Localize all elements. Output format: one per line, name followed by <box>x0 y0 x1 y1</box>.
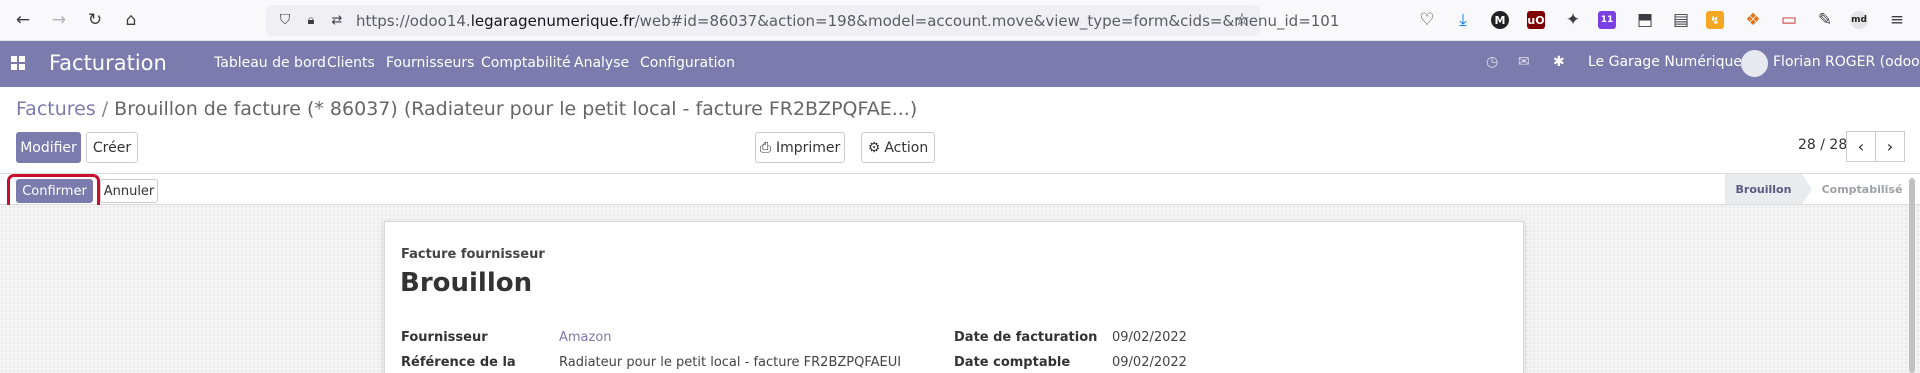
app-brand[interactable]: Facturation <box>49 51 167 75</box>
accounting-date-label: Date comptable <box>954 355 1071 370</box>
stage-draft[interactable]: Brouillon <box>1725 174 1802 204</box>
pocket-icon[interactable]: ♡ <box>1416 9 1438 31</box>
back-arrow-icon[interactable]: ← <box>12 9 34 31</box>
status-bar <box>0 173 1920 205</box>
breadcrumb-current: Brouillon de facture (* 86037) (Radiateu… <box>114 98 918 120</box>
address-bar[interactable]: ⛉ 🔒︎ ⇄ https://odoo14.legaragenumerique.… <box>266 5 1339 36</box>
reference-field[interactable]: Radiateur pour le petit local - facture … <box>559 355 901 370</box>
metamask-icon[interactable]: ❖ <box>1742 9 1764 31</box>
permissions-icon[interactable]: ⇄ <box>326 9 348 31</box>
vendor-field[interactable]: Amazon <box>559 330 612 345</box>
browser-toolbar: ← → ↻ ⌂ ⛉ 🔒︎ ⇄ https://odoo14.legaragenu… <box>0 0 1920 41</box>
extension-badge-icon[interactable]: 11 <box>1598 11 1616 29</box>
action-button-label: Action <box>884 139 929 156</box>
menu-clients[interactable]: Clients <box>327 55 375 71</box>
scrollbar[interactable] <box>1909 178 1915 373</box>
document-title: Brouillon <box>400 268 533 298</box>
create-button[interactable]: Créer <box>86 132 138 163</box>
stage-arrow <box>1802 174 1812 204</box>
menu-dashboard[interactable]: Tableau de bord <box>214 55 326 71</box>
lock-icon[interactable]: 🔒︎ <box>300 9 322 31</box>
extension-puzzle-icon[interactable]: ⬒ <box>1634 9 1656 31</box>
menu-suppliers[interactable]: Fournisseurs <box>386 55 474 71</box>
url-text[interactable]: https://odoo14.legaragenumerique.fr/web#… <box>356 12 1339 30</box>
apps-grid-icon[interactable] <box>11 56 25 70</box>
print-button-label: Imprimer <box>775 139 841 156</box>
menu-hamburger-icon[interactable]: ≡ <box>1886 9 1908 31</box>
edit-button[interactable]: Modifier <box>16 132 81 163</box>
user-menu[interactable]: Florian ROGER (odoo) <box>1773 54 1920 70</box>
extension-md-icon[interactable]: md <box>1850 11 1868 29</box>
menu-accounting[interactable]: Comptabilité <box>481 55 571 71</box>
main-navbar: Facturation Tableau de bord Clients Four… <box>0 41 1920 87</box>
forward-arrow-icon[interactable]: → <box>48 9 70 31</box>
invoice-date-label: Date de facturation <box>954 330 1098 345</box>
ublock-icon[interactable]: uO <box>1527 11 1545 29</box>
company-switcher[interactable]: Le Garage Numérique <box>1588 54 1742 70</box>
reference-label: Référence de la <box>401 355 516 370</box>
form-sheet: Facture fournisseur Brouillon Fournisseu… <box>384 221 1524 373</box>
extension-media-icon[interactable]: ▭ <box>1778 9 1800 31</box>
avatar[interactable] <box>1741 50 1768 77</box>
extension-pen-icon[interactable]: ✎ <box>1814 9 1836 31</box>
bookmark-star-icon[interactable]: ☆ <box>1231 9 1253 31</box>
menu-analysis[interactable]: Analyse <box>574 55 629 71</box>
gear-icon: ⚙ <box>867 139 881 156</box>
document-type: Facture fournisseur <box>401 247 545 262</box>
extension-m-icon[interactable]: M <box>1491 11 1509 29</box>
cancel-button[interactable]: Annuler <box>100 179 158 203</box>
download-icon[interactable]: ⤓ <box>1452 9 1474 31</box>
breadcrumb-invoices-link[interactable]: Factures <box>16 98 96 120</box>
print-button[interactable]: ⎙ Imprimer <box>755 132 845 163</box>
invoice-date-field[interactable]: 09/02/2022 <box>1112 330 1187 345</box>
action-button[interactable]: ⚙ Action <box>861 132 935 163</box>
reload-icon[interactable]: ↻ <box>84 9 106 31</box>
menu-configuration[interactable]: Configuration <box>640 55 735 71</box>
chevron-left-icon: ‹ <box>1857 137 1865 156</box>
shield-icon[interactable]: ⛉ <box>274 9 296 31</box>
stage-posted[interactable]: Comptabilisé <box>1812 174 1912 204</box>
printer-icon: ⎙ <box>759 139 771 156</box>
chevron-right-icon: › <box>1886 137 1894 156</box>
pager-next-button[interactable]: › <box>1875 131 1905 162</box>
accounting-date-field[interactable]: 09/02/2022 <box>1112 355 1187 370</box>
breadcrumb-separator: / <box>101 98 109 120</box>
pager-value[interactable]: 28 / 28 <box>1798 137 1847 153</box>
extension-orange-icon[interactable]: ↯ <box>1706 11 1724 29</box>
activity-clock-icon[interactable]: ◷ <box>1486 54 1498 70</box>
extension-bird-icon[interactable]: ✦ <box>1562 9 1584 31</box>
debug-bug-icon[interactable]: ✱ <box>1553 54 1565 70</box>
pager-previous-button[interactable]: ‹ <box>1846 131 1876 162</box>
vendor-label: Fournisseur <box>401 330 488 345</box>
breadcrumb: Factures / Brouillon de facture (* 86037) … <box>16 98 917 120</box>
extension-list-icon[interactable]: ▤ <box>1670 9 1692 31</box>
chat-icon[interactable]: ✉︎ <box>1518 54 1530 70</box>
home-icon[interactable]: ⌂ <box>120 9 142 31</box>
